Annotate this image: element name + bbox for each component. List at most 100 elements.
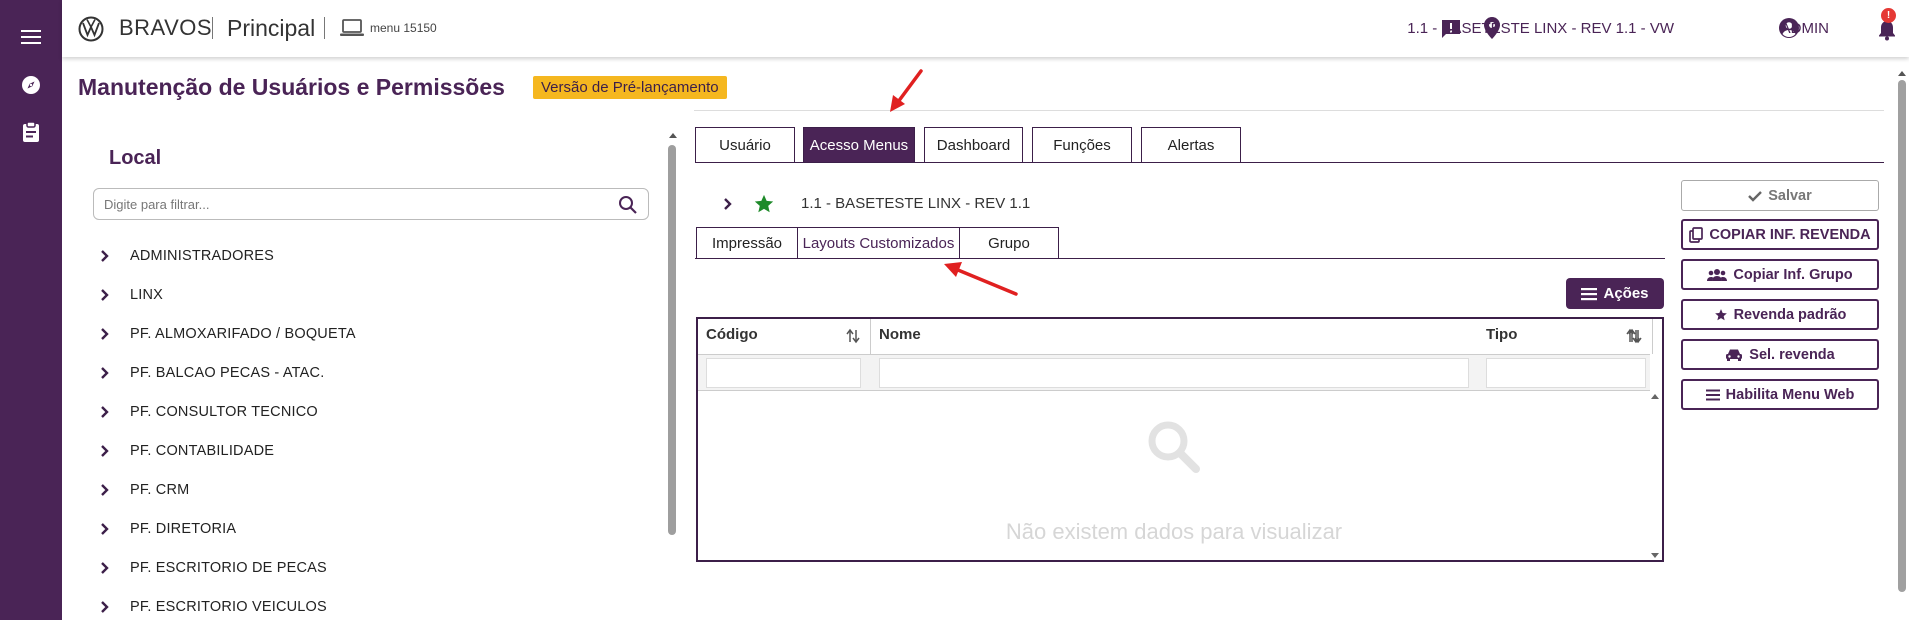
tab-dashboard[interactable]: Dashboard (924, 127, 1023, 162)
hamburger-menu-icon[interactable] (15, 21, 47, 53)
chevron-right-icon[interactable] (100, 327, 130, 341)
divider (212, 17, 213, 39)
tree-item[interactable]: LINX (100, 275, 640, 314)
tree-item-label: PF. ESCRITORIO DE PECAS (130, 559, 327, 576)
tree-item[interactable]: PF. CONSULTOR TECNICO (100, 392, 640, 431)
grid-empty-message: Não existem dados para visualizar (1005, 519, 1343, 544)
subtab-layouts-customizados[interactable]: Layouts Customizados (797, 227, 960, 259)
subtab-impressao[interactable]: Impressão (696, 227, 798, 259)
star-icon[interactable] (753, 193, 775, 215)
tree-item[interactable]: PF. ESCRITORIO VEICULOS (100, 587, 640, 620)
clipboard-icon[interactable] (15, 116, 47, 148)
enable-web-menu-button[interactable]: Habilita Menu Web (1681, 379, 1879, 410)
save-button[interactable]: Salvar (1681, 180, 1879, 211)
subtab-grupo[interactable]: Grupo (959, 227, 1059, 259)
tipo-filter-input[interactable] (1487, 359, 1645, 387)
filter-input[interactable] (94, 189, 594, 219)
chevron-right-icon[interactable] (100, 249, 130, 263)
tree-item[interactable]: PF. ALMOXARIFADO / BOQUETA (100, 314, 640, 353)
divider (695, 258, 1665, 259)
chevron-right-icon[interactable] (100, 288, 130, 302)
select-revenda-label: Sel. revenda (1749, 346, 1835, 363)
copy-revenda-label: COPIAR INF. REVENDA (1709, 226, 1871, 243)
nome-filter-input[interactable] (880, 359, 1468, 387)
vw-logo-icon (78, 16, 104, 42)
menu-code: menu 15150 (370, 21, 437, 35)
column-title: Código (706, 326, 758, 343)
tree-item-label: ADMINISTRADORES (130, 247, 274, 264)
divider (695, 162, 1884, 163)
default-revenda-label: Revenda padrão (1733, 306, 1847, 323)
list-icon (1581, 287, 1598, 301)
tree-item-label: PF. CONTABILIDADE (130, 442, 275, 459)
column-header-codigo[interactable]: Código (698, 319, 871, 354)
tree-item-label: PF. ALMOXARIFADO / BOQUETA (130, 325, 356, 342)
tree-item-label: PF. CONSULTOR TECNICO (130, 403, 318, 420)
tree-item[interactable]: PF. ESCRITORIO DE PECAS (100, 548, 640, 587)
module-name: Principal (227, 15, 316, 41)
copy-group-button[interactable]: Copiar Inf. Grupo (1681, 259, 1879, 290)
compass-icon[interactable] (15, 69, 47, 101)
tree-item-label: LINX (130, 286, 164, 303)
tree-item-label: PF. ESCRITORIO VEICULOS (130, 598, 327, 615)
tab-acesso-menus[interactable]: Acesso Menus (803, 127, 915, 162)
search-icon[interactable] (618, 195, 638, 220)
actions-button[interactable]: Ações (1566, 278, 1664, 309)
tree-item[interactable]: PF. CONTABILIDADE (100, 431, 640, 470)
bell-icon[interactable] (1877, 19, 1897, 46)
tree-item-label: PF. CRM (130, 481, 190, 498)
page-title: Manutenção de Usuários e Permissões (78, 74, 505, 100)
tab-usuario[interactable]: Usuário (695, 127, 795, 162)
car-icon (1725, 348, 1743, 362)
tree-item[interactable]: PF. BALCAO PECAS - ATAC. (100, 353, 640, 392)
tree-item[interactable]: PF. CRM (100, 470, 640, 509)
revenda-label: 1.1 - BASETESTE LINX - REV 1.1 (801, 195, 1031, 212)
annotation-arrow-subtab (944, 262, 1018, 296)
filter-cell-nome[interactable] (879, 358, 1469, 388)
tree-item-label: PF. DIRETORIA (130, 520, 237, 537)
filter-field[interactable] (93, 188, 649, 220)
star-icon (1714, 308, 1728, 322)
chevron-right-icon[interactable] (100, 522, 130, 536)
page-scrollbar[interactable] (1895, 68, 1909, 620)
sort-icon[interactable] (844, 327, 862, 350)
tree-item-label: PF. BALCAO PECAS - ATAC. (130, 364, 325, 381)
group-tree: ADMINISTRADORES LINX PF. ALMOXARIFADO / … (100, 236, 640, 620)
chevron-right-icon[interactable] (100, 366, 130, 380)
left-panel-scrollbar[interactable] (668, 130, 678, 620)
grid-scrollbar[interactable] (1648, 391, 1662, 562)
check-icon (1748, 190, 1763, 202)
default-revenda-button[interactable]: Revenda padrão (1681, 299, 1879, 330)
divider (694, 110, 1884, 111)
tab-alertas[interactable]: Alertas (1141, 127, 1241, 162)
chevron-right-icon[interactable] (100, 405, 130, 419)
tree-item[interactable]: PF. DIRETORIA (100, 509, 640, 548)
select-revenda-button[interactable]: Sel. revenda (1681, 339, 1879, 370)
column-title: Tipo (1486, 326, 1518, 343)
filter-cell-codigo[interactable] (706, 358, 861, 388)
filter-cell-tipo[interactable] (1486, 358, 1646, 388)
notification-badge: ! (1881, 8, 1896, 23)
scrollbar-thumb[interactable] (668, 145, 676, 535)
revenda-tree-row[interactable] (723, 192, 775, 216)
copy-revenda-button[interactable]: COPIAR INF. REVENDA (1681, 219, 1879, 250)
copy-icon (1689, 226, 1704, 243)
tab-funcoes[interactable]: Funções (1032, 127, 1132, 162)
chevron-right-icon[interactable] (100, 561, 130, 575)
brand-name: BRAVOS (119, 15, 213, 40)
codigo-filter-input[interactable] (707, 359, 860, 387)
tree-item[interactable]: ADMINISTRADORES (100, 236, 640, 275)
copy-group-label: Copiar Inf. Grupo (1733, 266, 1853, 283)
user-name[interactable]: ADMIN (1781, 20, 1829, 37)
chevron-right-icon[interactable] (100, 483, 130, 497)
selected-revenda[interactable]: 1.1 - BASETESTE LINX - REV 1.1 - VW (1407, 20, 1674, 37)
prerelease-badge: Versão de Pré-lançamento (533, 76, 727, 99)
sort-icon[interactable] (1624, 327, 1642, 350)
users-icon (1707, 268, 1728, 282)
column-header-tipo[interactable]: Tipo (1478, 319, 1650, 354)
chevron-right-icon[interactable] (723, 197, 749, 211)
chevron-right-icon[interactable] (100, 600, 130, 614)
list-icon (1705, 389, 1720, 401)
scrollbar-thumb[interactable] (1898, 80, 1906, 592)
chevron-right-icon[interactable] (100, 444, 130, 458)
